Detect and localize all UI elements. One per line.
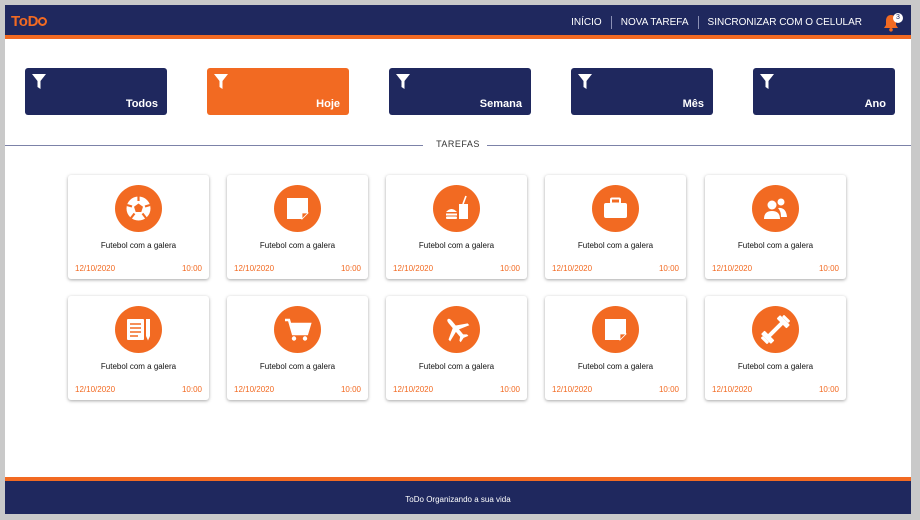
task-title: Futebol com a galera xyxy=(100,362,177,371)
filter-semana[interactable]: Semana xyxy=(389,68,531,115)
task-time: 10:00 xyxy=(340,264,361,273)
shopping-cart-icon xyxy=(274,306,321,353)
task-time: 10:00 xyxy=(340,385,361,394)
task-time: 10:00 xyxy=(818,264,839,273)
task-time: 10:00 xyxy=(658,264,679,273)
task-card[interactable]: Futebol com a galera 12/10/2020 10:00 xyxy=(545,175,686,279)
airplane-icon xyxy=(433,306,480,353)
filter-todos[interactable]: Todos xyxy=(25,68,167,115)
task-card[interactable]: Futebol com a galera 12/10/2020 10:00 xyxy=(545,296,686,400)
task-title: Futebol com a galera xyxy=(737,362,814,371)
main-nav: INÍCIO NOVA TAREFA SINCRONIZAR COM O CEL… xyxy=(562,16,871,29)
filter-icon xyxy=(396,74,410,89)
task-date: 12/10/2020 xyxy=(393,264,434,273)
task-title: Futebol com a galera xyxy=(259,362,336,371)
task-card[interactable]: Futebol com a galera 12/10/2020 10:00 xyxy=(227,296,368,400)
filter-icon xyxy=(578,74,592,89)
filter-icon xyxy=(760,74,774,89)
filter-hoje[interactable]: Hoje xyxy=(207,68,349,115)
filter-mes[interactable]: Mês xyxy=(571,68,713,115)
task-card[interactable]: Futebol com a galera 12/10/2020 10:00 xyxy=(705,175,846,279)
task-title: Futebol com a galera xyxy=(100,241,177,250)
task-time: 10:00 xyxy=(181,385,202,394)
task-card[interactable]: Futebol com a galera 12/10/2020 10:00 xyxy=(386,175,527,279)
tasks-section-header: TAREFAS xyxy=(5,139,911,151)
nav-sincronizar[interactable]: SINCRONIZAR COM O CELULAR xyxy=(697,16,871,29)
task-title: Futebol com a galera xyxy=(737,241,814,250)
soccer-ball-icon xyxy=(115,185,162,232)
top-navbar: ToD INÍCIO NOVA TAREFA SINCRONIZAR COM O… xyxy=(5,5,911,39)
task-title: Futebol com a galera xyxy=(259,241,336,250)
task-title: Futebol com a galera xyxy=(418,362,495,371)
filter-icon xyxy=(214,74,228,89)
filter-icon xyxy=(32,74,46,89)
nav-nova-tarefa[interactable]: NOVA TAREFA xyxy=(610,16,698,29)
task-title: Futebol com a galera xyxy=(577,362,654,371)
task-date: 12/10/2020 xyxy=(552,264,593,273)
task-date: 12/10/2020 xyxy=(75,385,116,394)
filter-label: Ano xyxy=(864,98,886,110)
task-card[interactable]: Futebol com a galera 12/10/2020 10:00 xyxy=(68,296,209,400)
app-window: ToD INÍCIO NOVA TAREFA SINCRONIZAR COM O… xyxy=(5,5,911,514)
task-time: 10:00 xyxy=(499,264,520,273)
task-date: 12/10/2020 xyxy=(234,385,275,394)
footer: ToDo Organizando a sua vida xyxy=(5,477,911,514)
task-card[interactable]: Futebol com a galera 12/10/2020 10:00 xyxy=(68,175,209,279)
dumbbell-icon xyxy=(752,306,799,353)
task-time: 10:00 xyxy=(181,264,202,273)
task-title: Futebol com a galera xyxy=(418,241,495,250)
task-date: 12/10/2020 xyxy=(234,264,275,273)
footer-text: ToDo Organizando a sua vida xyxy=(405,495,511,504)
task-time: 10:00 xyxy=(658,385,679,394)
filter-ano[interactable]: Ano xyxy=(753,68,895,115)
nav-inicio[interactable]: INÍCIO xyxy=(562,16,611,29)
task-card[interactable]: Futebol com a galera 12/10/2020 10:00 xyxy=(386,296,527,400)
filter-label: Hoje xyxy=(316,98,340,110)
task-card[interactable]: Futebol com a galera 12/10/2020 10:00 xyxy=(705,296,846,400)
task-date: 12/10/2020 xyxy=(75,264,116,273)
filter-label: Semana xyxy=(479,98,522,110)
logo-o-icon xyxy=(38,17,48,26)
task-title: Futebol com a galera xyxy=(577,241,654,250)
filter-label: Mês xyxy=(682,98,704,110)
task-time: 10:00 xyxy=(499,385,520,394)
task-date: 12/10/2020 xyxy=(552,385,593,394)
task-card[interactable]: Futebol com a galera 12/10/2020 10:00 xyxy=(227,175,368,279)
document-pencil-icon xyxy=(115,306,162,353)
note-icon xyxy=(274,185,321,232)
task-date: 12/10/2020 xyxy=(712,264,753,273)
task-date: 12/10/2020 xyxy=(393,385,434,394)
note-icon xyxy=(592,306,639,353)
people-icon xyxy=(752,185,799,232)
filter-bar: Todos Hoje Semana Mês Ano xyxy=(25,68,895,116)
divider-right xyxy=(487,145,911,146)
section-title: TAREFAS xyxy=(436,139,480,149)
task-date: 12/10/2020 xyxy=(712,385,753,394)
briefcase-icon xyxy=(592,185,639,232)
filter-label: Todos xyxy=(125,98,158,110)
notification-badge: 3 xyxy=(893,13,903,23)
logo-text: ToD xyxy=(11,13,39,30)
app-logo[interactable]: ToD xyxy=(11,13,48,30)
task-time: 10:00 xyxy=(818,385,839,394)
fast-food-icon xyxy=(433,185,480,232)
